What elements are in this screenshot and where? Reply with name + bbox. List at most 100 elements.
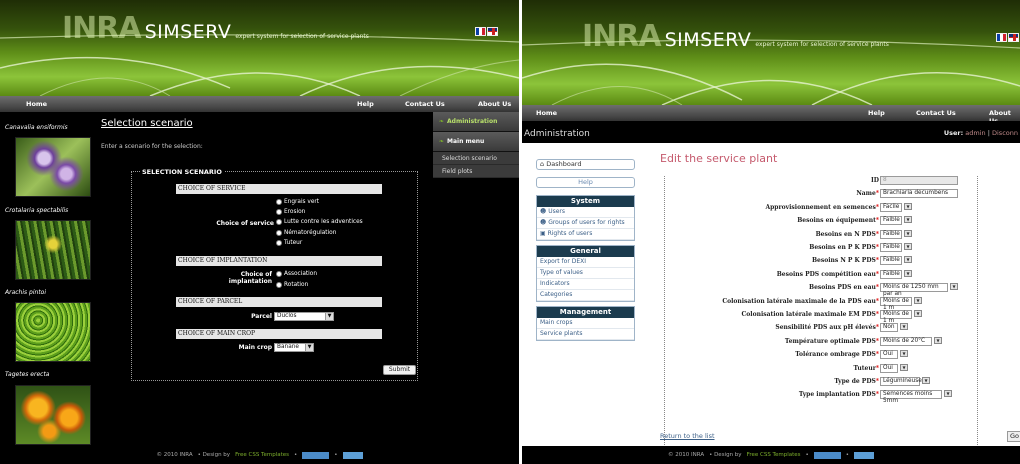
implantation-option[interactable]: Association <box>276 271 317 277</box>
xhtml-badge-icon[interactable] <box>302 451 330 459</box>
menu-administration[interactable]: ❧ Administration <box>433 112 519 132</box>
option-label: Erosion <box>284 209 306 215</box>
chevron-down-icon[interactable]: ▼ <box>900 350 908 358</box>
css-badge-icon[interactable] <box>854 451 875 459</box>
sidebar-item-groups[interactable]: ☻ Groups of users for rights <box>537 218 634 229</box>
chevron-down-icon[interactable]: ▼ <box>325 313 333 320</box>
dashboard-button[interactable]: ⌂ Dashboard <box>536 159 635 170</box>
help-button[interactable]: Help <box>536 177 635 188</box>
footer-templates-link[interactable]: Free CSS Templates <box>235 452 289 458</box>
parcel-select[interactable]: Duclos ▼ <box>274 312 334 321</box>
nav-contact[interactable]: Contact Us <box>916 109 956 117</box>
menu-main[interactable]: ❧ Main menu <box>433 132 519 152</box>
admin-sidebar: ⌂ Dashboard Help System ☻ Users ☻ Groups… <box>536 159 635 345</box>
menu-field-plots[interactable]: Field plots <box>433 165 519 178</box>
field-select[interactable]: Semences moins 5mm <box>880 390 942 404</box>
field-select[interactable]: Moins de 1 m <box>880 296 912 311</box>
nav-home[interactable]: Home <box>536 109 557 117</box>
user-name-link[interactable]: admin <box>965 129 985 137</box>
field-label-text: Colonisation latérale maximale EM PDS <box>741 311 876 318</box>
crop-select[interactable]: Banane ▼ <box>274 343 314 352</box>
submit-button[interactable]: Submit <box>383 365 416 375</box>
field-select[interactable]: Oui <box>880 350 898 360</box>
field-select[interactable]: Faible <box>880 229 902 239</box>
disconnect-link[interactable]: Disconn <box>992 129 1018 137</box>
radio-icon[interactable] <box>276 219 282 225</box>
radio-icon[interactable] <box>276 271 282 277</box>
chevron-down-icon[interactable]: ▼ <box>904 229 912 237</box>
footer: © 2010 INRA • Design by Free CSS Templat… <box>522 446 1020 464</box>
option-label: Engrais vert <box>284 199 320 205</box>
sidebar-item-categories[interactable]: Categories <box>537 290 634 301</box>
uk-flag-icon[interactable] <box>487 27 498 36</box>
implantation-option[interactable]: Rotation <box>276 282 308 288</box>
field-input[interactable]: 8 <box>880 176 958 185</box>
leaf-icon: ❧ <box>439 138 445 145</box>
chevron-down-icon[interactable]: ▼ <box>904 216 912 224</box>
sidebar-item-export[interactable]: Export for DEXI <box>537 257 634 268</box>
service-option[interactable]: Erosion <box>276 209 305 215</box>
service-option[interactable]: Engrais vert <box>276 199 319 205</box>
go-button[interactable]: Go <box>1007 431 1020 442</box>
xhtml-badge-icon[interactable] <box>813 451 841 459</box>
chevron-down-icon[interactable]: ▼ <box>950 283 958 291</box>
chevron-down-icon[interactable]: ▼ <box>900 363 908 371</box>
radio-icon[interactable] <box>276 209 282 215</box>
service-option[interactable]: Tuteur <box>276 240 302 246</box>
chevron-down-icon[interactable]: ▼ <box>904 256 912 264</box>
field-select[interactable]: Moins de 1 m <box>880 310 912 324</box>
french-flag-icon[interactable] <box>475 27 486 36</box>
nav-home[interactable]: Home <box>26 100 47 108</box>
radio-icon[interactable] <box>276 282 282 288</box>
chevron-down-icon[interactable]: ▼ <box>914 310 922 317</box>
footer-design: • Design by <box>197 452 231 458</box>
field-select[interactable]: Non <box>880 323 898 333</box>
sidebar-item-indicators[interactable]: Indicators <box>537 279 634 290</box>
chevron-down-icon[interactable]: ▼ <box>904 243 912 250</box>
field-input[interactable]: Brachiaria decumbens <box>880 189 958 199</box>
nav-about[interactable]: About Us <box>478 100 511 108</box>
return-to-list-link[interactable]: Return to the list <box>660 432 715 440</box>
nav-contact[interactable]: Contact Us <box>405 100 445 108</box>
field-select[interactable]: Moins de 20°C <box>880 336 932 346</box>
field-select[interactable]: Faible <box>880 269 902 279</box>
chevron-down-icon[interactable]: ▼ <box>922 377 930 384</box>
sidebar-item-service-plants[interactable]: Service plants <box>537 329 634 340</box>
selection-scenario-screen: INRA SIMSERV expert system for selection… <box>0 0 519 464</box>
field-select[interactable]: Faible <box>880 243 902 252</box>
chevron-down-icon[interactable]: ▼ <box>305 344 313 351</box>
page-title: Selection scenario <box>101 118 193 129</box>
field-select[interactable]: Faible <box>880 256 902 266</box>
css-badge-icon[interactable] <box>342 451 363 459</box>
footer-templates-link[interactable]: Free CSS Templates <box>747 452 801 458</box>
chevron-down-icon[interactable]: ▼ <box>904 269 912 277</box>
field-select[interactable]: Faible <box>880 216 902 226</box>
service-option[interactable]: Lutte contre les adventices <box>276 219 363 225</box>
form-row: Besoins PDS en eau* Moins de 1250 mm par … <box>665 283 979 297</box>
chevron-down-icon[interactable]: ▼ <box>934 336 942 344</box>
menu-selection-scenario[interactable]: Selection scenario <box>433 152 519 165</box>
field-select[interactable]: Légumineuse <box>880 377 922 386</box>
radio-icon[interactable] <box>276 230 282 236</box>
field-select[interactable]: Facile <box>880 202 902 212</box>
sidebar-item-rights[interactable]: ▣ Rights of users <box>537 229 634 240</box>
sidebar-item-types[interactable]: Type of values <box>537 268 634 279</box>
service-option[interactable]: Nématorégulation <box>276 230 336 236</box>
label-crop: Main crop <box>238 344 272 351</box>
chevron-down-icon[interactable]: ▼ <box>914 296 922 304</box>
uk-flag-icon[interactable] <box>1008 33 1019 42</box>
chevron-down-icon[interactable]: ▼ <box>904 202 912 210</box>
nav-help[interactable]: Help <box>357 100 374 108</box>
radio-icon[interactable] <box>276 199 282 205</box>
admin-edit-screen: INRA SIMSERV expert system for selection… <box>522 0 1020 464</box>
french-flag-icon[interactable] <box>996 33 1007 42</box>
chevron-down-icon[interactable]: ▼ <box>944 390 952 398</box>
nav-help[interactable]: Help <box>868 109 885 117</box>
sidebar-item-main-crops[interactable]: Main crops <box>537 318 634 329</box>
radio-icon[interactable] <box>276 240 282 246</box>
sidebar-item-users[interactable]: ☻ Users <box>537 207 634 218</box>
field-select[interactable]: Moins de 1250 mm par an <box>880 283 948 297</box>
chevron-down-icon[interactable]: ▼ <box>900 323 908 331</box>
field-select[interactable]: Oui <box>880 363 898 373</box>
select-value: Banane <box>277 344 299 350</box>
